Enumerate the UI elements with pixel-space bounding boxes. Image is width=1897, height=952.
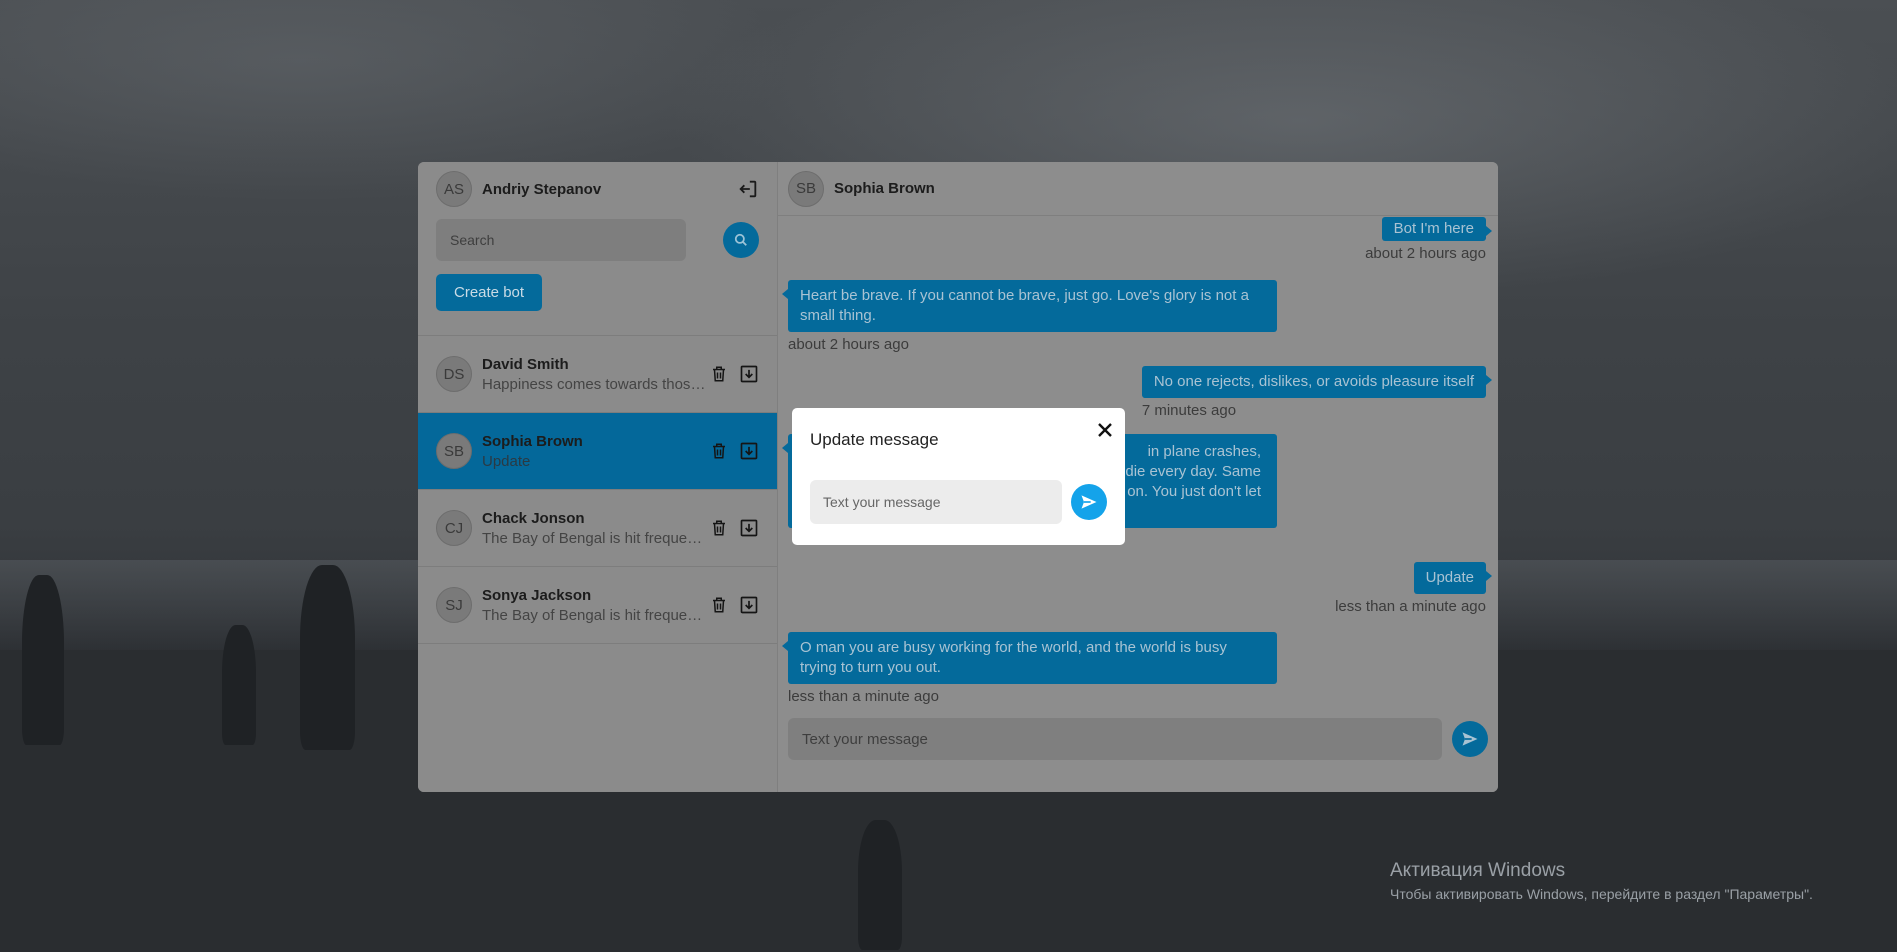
background-figure bbox=[22, 575, 64, 745]
chat-item-preview: Update bbox=[482, 452, 531, 470]
avatar: CJ bbox=[436, 510, 472, 546]
download-icon[interactable] bbox=[739, 364, 759, 384]
download-icon[interactable] bbox=[739, 518, 759, 538]
message: Update less than a minute ago bbox=[1335, 562, 1493, 615]
sidebar: AS Andriy Stepanov Create bot bbox=[418, 162, 778, 792]
chat-item-actions bbox=[709, 441, 759, 461]
send-button[interactable] bbox=[1452, 721, 1488, 757]
send-icon bbox=[1081, 495, 1097, 509]
trash-icon[interactable] bbox=[709, 595, 729, 615]
message: Heart be brave. If you cannot be brave, … bbox=[782, 280, 1277, 353]
message-time: about 2 hours ago bbox=[1365, 245, 1486, 262]
chat-item-actions bbox=[709, 595, 759, 615]
update-message-modal: Update message bbox=[792, 408, 1125, 545]
chat-item-text: David Smith Happiness comes towards thos… bbox=[482, 356, 709, 393]
chat-list-item[interactable]: CJ Chack Jonson The Bay of Bengal is hit… bbox=[418, 490, 777, 567]
modal-title: Update message bbox=[810, 430, 939, 449]
conversation-header: SB Sophia Brown bbox=[778, 162, 1498, 216]
message: Bot I'm here about 2 hours ago bbox=[1365, 217, 1493, 262]
send-icon bbox=[1462, 732, 1478, 746]
chat-item-actions bbox=[709, 518, 759, 538]
windows-activation-watermark: Активация Windows Чтобы активировать Win… bbox=[1390, 860, 1813, 902]
background-figure bbox=[858, 820, 902, 950]
background-figure bbox=[222, 625, 256, 745]
message-composer bbox=[788, 718, 1488, 760]
chat-item-name: Chack Jonson bbox=[482, 509, 585, 527]
avatar: AS bbox=[436, 171, 472, 207]
avatar: DS bbox=[436, 356, 472, 392]
chat-item-text: Sophia Brown Update bbox=[482, 433, 709, 470]
message-bubble[interactable]: No one rejects, dislikes, or avoids plea… bbox=[1141, 366, 1493, 398]
trash-icon[interactable] bbox=[709, 441, 729, 461]
conversation-title: Sophia Brown bbox=[834, 180, 935, 197]
sidebar-header: AS Andriy Stepanov bbox=[418, 162, 777, 216]
search-button[interactable] bbox=[723, 222, 759, 258]
message: O man you are busy working for the world… bbox=[782, 632, 1277, 705]
create-bot-button[interactable]: Create bot bbox=[436, 274, 543, 311]
trash-icon[interactable] bbox=[709, 518, 729, 538]
download-icon[interactable] bbox=[739, 441, 759, 461]
chat-item-name: Sonya Jackson bbox=[482, 586, 592, 604]
chat-item-actions bbox=[709, 364, 759, 384]
avatar: SJ bbox=[436, 587, 472, 623]
modal-message-input[interactable] bbox=[810, 480, 1062, 524]
message: No one rejects, dislikes, or avoids plea… bbox=[1141, 366, 1493, 419]
watermark-title: Активация Windows bbox=[1390, 860, 1566, 881]
modal-send-button[interactable] bbox=[1071, 484, 1107, 520]
chat-item-name: Sophia Brown bbox=[482, 432, 583, 450]
chat-list: DS David Smith Happiness comes towards t… bbox=[418, 336, 777, 644]
chat-item-text: Sonya Jackson The Bay of Bengal is hit f… bbox=[482, 587, 709, 624]
trash-icon[interactable] bbox=[709, 364, 729, 384]
search-icon bbox=[735, 233, 748, 246]
chat-list-item[interactable]: SJ Sonya Jackson The Bay of Bengal is hi… bbox=[418, 567, 777, 644]
message-bubble[interactable]: O man you are busy working for the world… bbox=[782, 632, 1277, 684]
chat-list-item-active[interactable]: SB Sophia Brown Update bbox=[418, 413, 777, 490]
download-icon[interactable] bbox=[739, 595, 759, 615]
message-time: less than a minute ago bbox=[1335, 598, 1486, 615]
avatar: SB bbox=[788, 170, 824, 207]
message-bubble[interactable]: Heart be brave. If you cannot be brave, … bbox=[782, 280, 1277, 332]
message-bubble[interactable]: Update bbox=[1413, 562, 1493, 594]
chat-item-preview: The Bay of Bengal is hit frequently… bbox=[482, 529, 707, 547]
message-time: 7 minutes ago bbox=[1141, 402, 1237, 419]
chat-item-preview: Happiness comes towards those who… bbox=[482, 375, 707, 393]
search-input[interactable] bbox=[436, 219, 687, 261]
background-figure bbox=[300, 565, 355, 750]
message-bubble[interactable]: Bot I'm here bbox=[1381, 217, 1493, 241]
message-time: about 2 hours ago bbox=[788, 336, 909, 353]
close-icon[interactable] bbox=[1095, 420, 1115, 440]
search-row bbox=[418, 216, 777, 264]
chat-item-text: Chack Jonson The Bay of Bengal is hit fr… bbox=[482, 510, 709, 547]
avatar: SB bbox=[436, 433, 472, 469]
current-user-name: Andriy Stepanov bbox=[482, 180, 602, 198]
chat-list-item[interactable]: DS David Smith Happiness comes towards t… bbox=[418, 336, 777, 413]
message-time: less than a minute ago bbox=[788, 688, 939, 705]
logout-icon[interactable] bbox=[737, 178, 759, 200]
chat-item-name: David Smith bbox=[482, 355, 569, 373]
chat-item-preview: The Bay of Bengal is hit frequently… bbox=[482, 606, 707, 624]
watermark-subtitle: Чтобы активировать Windows, перейдите в … bbox=[1390, 886, 1813, 902]
create-bot-row: Create bot bbox=[418, 264, 777, 336]
message-input[interactable] bbox=[788, 718, 1442, 760]
